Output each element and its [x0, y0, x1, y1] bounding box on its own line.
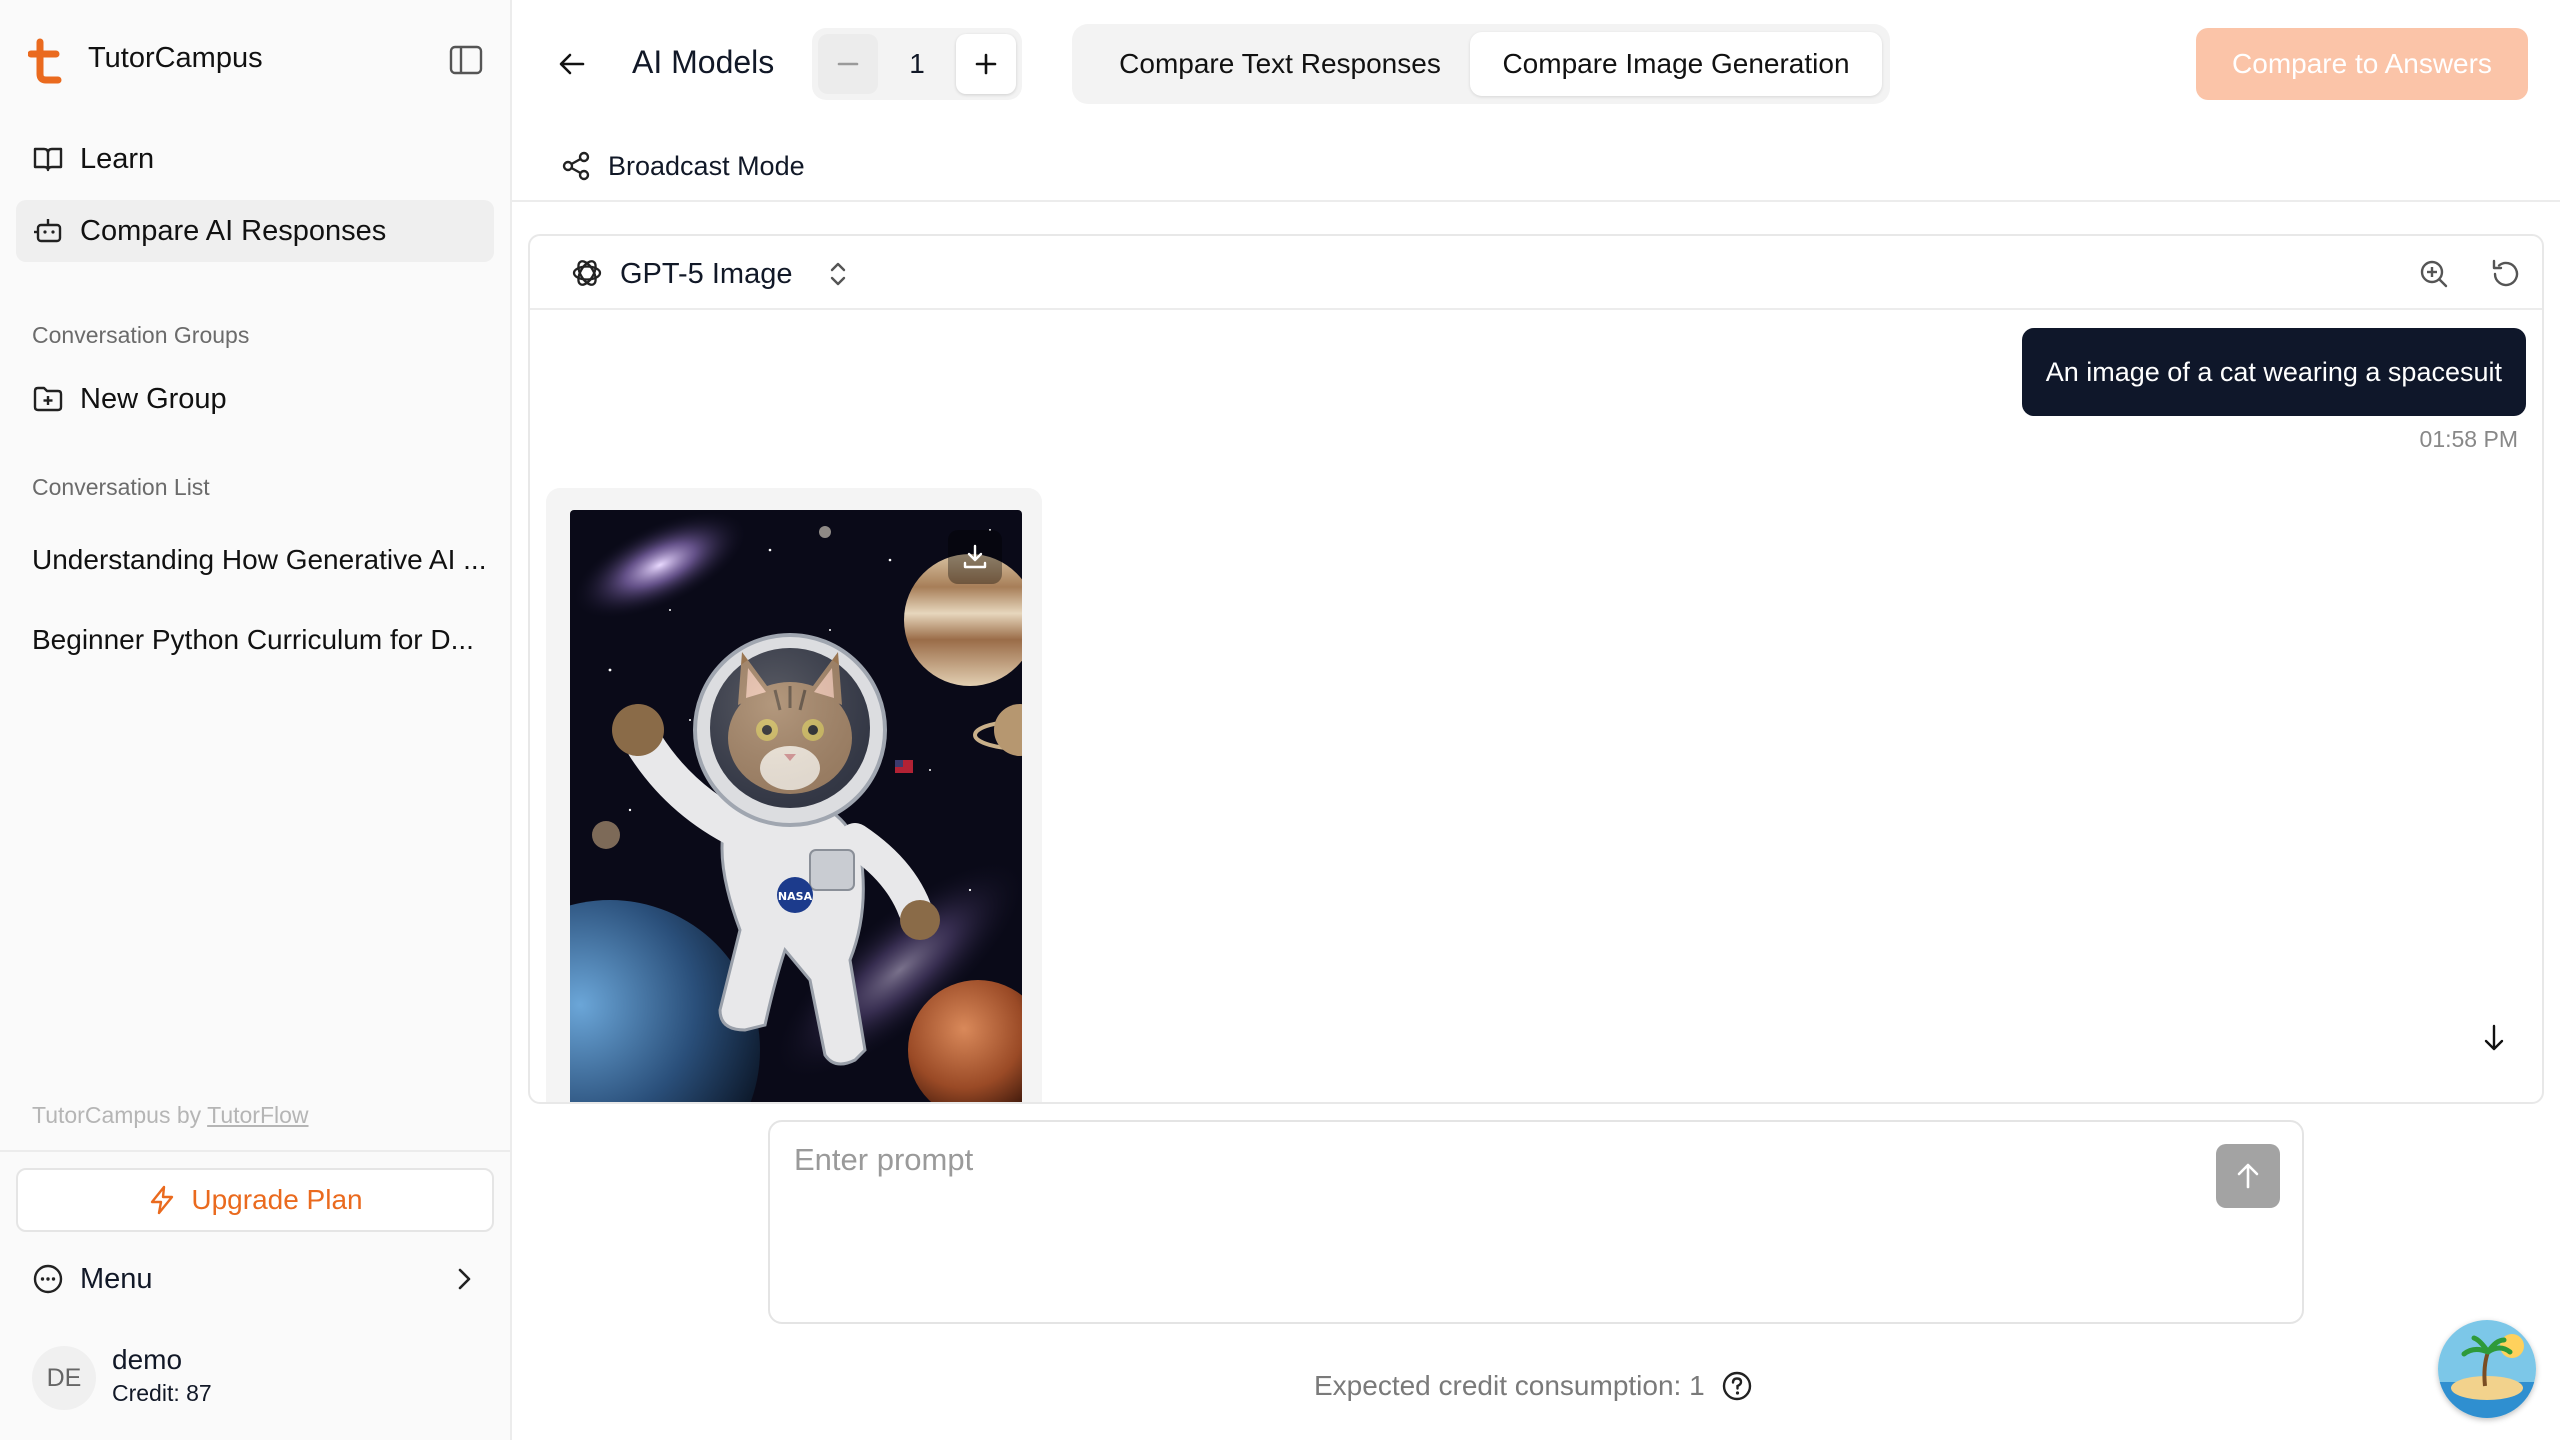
- prompt-composer: [768, 1120, 2304, 1324]
- assistant-avatar-button[interactable]: [2438, 1320, 2536, 1418]
- minus-icon: [837, 62, 859, 66]
- back-arrow-icon[interactable]: [556, 48, 588, 80]
- generated-image[interactable]: NASA: [570, 510, 1022, 1102]
- tab-compare-text-responses[interactable]: Compare Text Responses: [1080, 32, 1480, 96]
- sidebar-toggle-icon[interactable]: [448, 44, 484, 76]
- tutorcampus-logo-icon[interactable]: [28, 38, 64, 84]
- new-group-label: New Group: [80, 382, 227, 415]
- beach-avatar-icon: [2438, 1320, 2536, 1418]
- page-title: AI Models: [632, 44, 775, 80]
- menu-button[interactable]: Menu: [16, 1248, 494, 1310]
- sidebar-item-learn[interactable]: Learn: [16, 128, 494, 190]
- credit-consumption-note: Expected credit consumption: 1: [1314, 1370, 1753, 1402]
- conversation-groups-heading: Conversation Groups: [32, 322, 250, 348]
- model-count-stepper: 1: [812, 28, 1022, 100]
- send-button[interactable]: [2216, 1144, 2280, 1208]
- credit-consumption-text: Expected credit consumption: 1: [1314, 1370, 1705, 1401]
- help-circle-icon[interactable]: [1721, 1370, 1753, 1402]
- plus-icon: [975, 53, 997, 75]
- lightning-icon: [151, 1185, 174, 1215]
- user-avatar[interactable]: DE: [32, 1346, 96, 1410]
- footer-prefix: TutorCampus by: [32, 1102, 208, 1128]
- nasa-badge-text: NASA: [778, 890, 813, 903]
- model-count-value: 1: [909, 48, 925, 79]
- message-timestamp: 01:58 PM: [2419, 426, 2518, 452]
- sidebar-item-label: Compare AI Responses: [80, 214, 387, 247]
- sidebar: TutorCampus Learn Compare AI Responses C…: [0, 0, 512, 1440]
- tab-compare-image-generation[interactable]: Compare Image Generation: [1470, 32, 1882, 96]
- prompt-input[interactable]: [794, 1142, 2174, 1302]
- arrow-down-icon[interactable]: [2478, 1022, 2510, 1054]
- chevron-right-icon: [458, 1268, 471, 1290]
- app-name: TutorCampus: [88, 42, 263, 74]
- sidebar-item-compare-ai-responses[interactable]: Compare AI Responses: [16, 200, 494, 262]
- arrow-up-icon: [2237, 1163, 2259, 1189]
- tutorflow-link[interactable]: TutorFlow: [207, 1102, 308, 1128]
- sidebar-divider: [0, 1150, 512, 1152]
- more-circle-icon: [33, 1264, 63, 1294]
- sidebar-item-label: Learn: [80, 142, 155, 175]
- conversation-list-heading: Conversation List: [32, 474, 210, 500]
- download-icon: [963, 544, 987, 569]
- zoom-in-icon[interactable]: [2418, 258, 2450, 290]
- folder-plus-icon: [33, 386, 63, 412]
- chevron-up-down-icon[interactable]: [824, 258, 852, 290]
- model-name[interactable]: GPT-5 Image: [620, 258, 792, 291]
- header-divider: [512, 200, 2560, 202]
- increment-button[interactable]: [956, 34, 1016, 94]
- new-group-button[interactable]: New Group: [16, 368, 494, 430]
- user-message-bubble: An image of a cat wearing a spacesuit: [2021, 328, 2526, 416]
- user-name: demo: [112, 1344, 183, 1375]
- conversation-item[interactable]: Beginner Python Curriculum for D...: [32, 624, 492, 656]
- openai-icon: [572, 260, 602, 286]
- user-credit: Credit: 87: [112, 1380, 212, 1406]
- broadcast-mode-label: Broadcast Mode: [608, 150, 805, 181]
- footer-credit: TutorCampus by TutorFlow: [32, 1102, 309, 1129]
- refresh-icon[interactable]: [2490, 258, 2522, 290]
- upgrade-plan-button[interactable]: Upgrade Plan: [16, 1168, 494, 1232]
- model-response-panel: GPT-5 Image An image of a cat wearing a …: [528, 234, 2544, 1104]
- decrement-button[interactable]: [818, 34, 878, 94]
- book-open-icon: [33, 147, 63, 172]
- download-button[interactable]: [948, 530, 1002, 584]
- broadcast-mode-toggle[interactable]: Broadcast Mode: [560, 150, 805, 182]
- menu-label: Menu: [80, 1262, 153, 1295]
- conversation-item[interactable]: Understanding How Generative AI ...: [32, 544, 492, 576]
- bot-icon: [34, 219, 62, 243]
- comparison-mode-tabs: Compare Text Responses Compare Image Gen…: [1072, 24, 1890, 104]
- compare-to-answers-button[interactable]: Compare to Answers: [2196, 28, 2528, 100]
- panel-header: GPT-5 Image: [530, 236, 2542, 310]
- cat-astronaut-illustration: NASA: [570, 510, 1022, 1102]
- share-nodes-icon: [562, 151, 590, 181]
- upgrade-plan-label: Upgrade Plan: [191, 1184, 363, 1215]
